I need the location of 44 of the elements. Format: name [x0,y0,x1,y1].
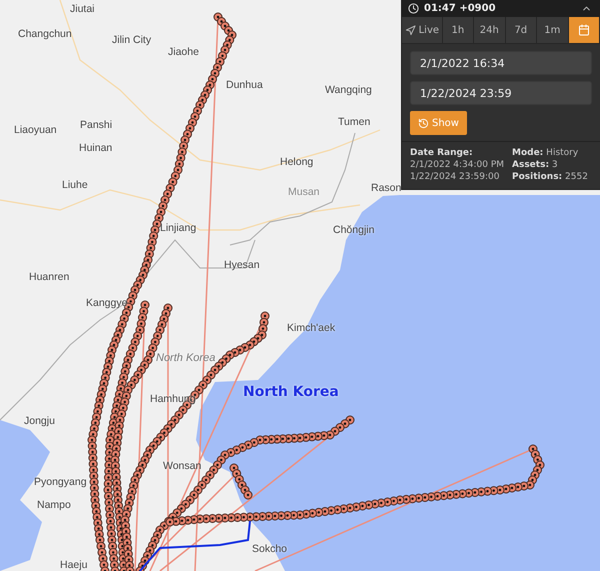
start-date-field[interactable]: 2/1/2022 16:34 [410,51,592,75]
map-label: Rason [371,182,402,194]
range-tab[interactable]: Live [402,17,443,44]
map-label: Jilin City [112,34,152,46]
map-label: Jiaohe [168,46,199,58]
stat-text: Positions: 2552 [512,172,589,182]
range-end-text: 1/22/2024 23:59:00 [410,172,500,182]
clock-icon [408,3,419,14]
range-start-text: 2/1/2022 4:34:00 PM [410,160,506,170]
calendar-tab[interactable] [568,17,600,44]
date-range-label: Date Range: [410,148,474,158]
stat-text: Mode: History [512,148,580,158]
map-label: Sokcho [252,543,288,555]
map-label: Musan [288,186,320,198]
map-label: Linjiang [160,222,196,234]
map-label: Jiutai [70,3,95,15]
map-label: Pyongyang [34,476,87,488]
range-tab[interactable]: 7d [506,17,538,44]
map-label: Huinan [79,142,112,154]
map-label: Wangqing [325,84,372,96]
map-label: Helong [280,156,314,168]
map-label: Dunhua [226,79,263,91]
map-label: Liaoyuan [14,124,57,136]
navigation-icon [404,24,416,36]
end-date-field[interactable]: 1/22/2024 23:59 [410,81,592,105]
history-icon [418,118,429,128]
range-tab[interactable]: 1m [537,17,568,44]
range-tab[interactable]: 24h [474,17,506,44]
stat-text: Assets: 3 [512,160,559,170]
map-label: Chŏngjin [333,224,374,236]
map-label: North Korea [243,384,339,400]
map-label: Nampo [37,499,71,511]
map-label: Changchun [18,28,72,40]
map-label: Tumen [338,116,370,128]
map-label: Panshi [80,119,112,131]
map-label: Kimch'aek [287,322,336,334]
map-label: Jongju [24,415,55,427]
calendar-icon [578,24,590,36]
range-tab[interactable]: 1h [442,17,474,44]
map-label: Huanren [29,271,70,283]
clock-time: 01:47 +0900 [424,3,496,14]
map-label: Hyesan [224,259,260,271]
map-label: Liuhe [62,179,88,191]
map-label: Haeju [60,559,88,571]
